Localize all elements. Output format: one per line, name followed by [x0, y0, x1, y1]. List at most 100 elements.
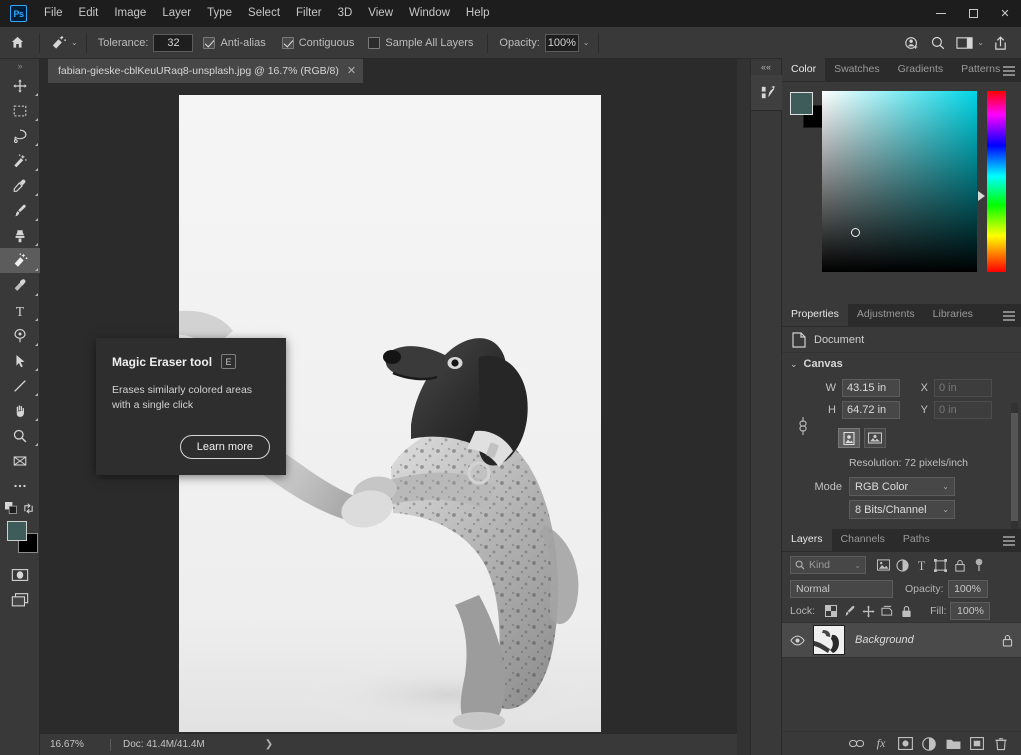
tab-adjustments[interactable]: Adjustments: [848, 303, 924, 326]
path-selection-tool[interactable]: [0, 348, 40, 373]
lock-transparency-icon[interactable]: [821, 602, 840, 620]
menu-file[interactable]: File: [36, 0, 71, 27]
new-layer-icon[interactable]: [965, 733, 989, 755]
layer-name[interactable]: Background: [855, 634, 914, 646]
blend-mode-select[interactable]: Normal: [790, 580, 893, 598]
tolerance-input[interactable]: 32: [153, 33, 194, 52]
landscape-orientation-icon[interactable]: [864, 428, 886, 448]
share-export-icon[interactable]: [987, 31, 1013, 55]
sample-all-layers-checkbox[interactable]: Sample All Layers: [368, 36, 473, 49]
lock-position-icon[interactable]: [859, 602, 878, 620]
edit-toolbar-tool[interactable]: [0, 448, 40, 473]
color-mode-select[interactable]: RGB Color ⌄: [849, 477, 955, 496]
eyedropper-tool[interactable]: [0, 173, 40, 198]
tab-patterns[interactable]: Patterns: [952, 58, 1009, 81]
link-layers-icon[interactable]: [845, 733, 869, 755]
layers-opacity-input[interactable]: 100%: [947, 580, 988, 598]
contiguous-checkbox[interactable]: Contiguous: [281, 36, 354, 49]
gradient-tool[interactable]: [0, 273, 40, 298]
menu-filter[interactable]: Filter: [288, 0, 330, 27]
tool-preset-caret-icon[interactable]: ⌄: [71, 38, 78, 47]
workspace-caret-icon[interactable]: ⌄: [977, 38, 984, 47]
menu-3d[interactable]: 3D: [330, 0, 361, 27]
pixel-layer-filter-icon[interactable]: [874, 555, 893, 575]
lock-all-icon[interactable]: [897, 602, 916, 620]
home-icon[interactable]: [0, 35, 34, 50]
minimize-button[interactable]: [925, 0, 957, 27]
lock-icon[interactable]: [1002, 634, 1013, 647]
line-tool[interactable]: [0, 373, 40, 398]
tab-swatches[interactable]: Swatches: [825, 58, 889, 81]
clone-stamp-tool[interactable]: [0, 223, 40, 248]
rectangular-marquee-tool[interactable]: [0, 98, 40, 123]
eye-icon[interactable]: [790, 635, 805, 646]
menu-select[interactable]: Select: [240, 0, 288, 27]
adjustment-layer-filter-icon[interactable]: [893, 555, 912, 575]
layer-style-fx-icon[interactable]: fx: [869, 733, 893, 755]
width-input[interactable]: 43.15 in: [842, 379, 900, 397]
chevron-down-icon[interactable]: ⌄: [790, 359, 798, 370]
menu-layer[interactable]: Layer: [154, 0, 199, 27]
tab-color[interactable]: Color: [782, 58, 826, 81]
fill-input[interactable]: 100%: [950, 602, 991, 620]
foreground-color-swatch[interactable]: [7, 521, 27, 541]
menu-help[interactable]: Help: [458, 0, 498, 27]
quick-mask-button[interactable]: [0, 562, 40, 587]
color-field-marker[interactable]: [851, 228, 860, 237]
expand-panels-icon[interactable]: ««: [751, 59, 781, 75]
lock-artboard-nesting-icon[interactable]: [878, 602, 897, 620]
opacity-caret-icon[interactable]: ⌄: [583, 38, 590, 47]
x-input[interactable]: 0 in: [934, 379, 992, 397]
tab-gradients[interactable]: Gradients: [889, 58, 953, 81]
lock-image-pixels-icon[interactable]: [840, 602, 859, 620]
menu-view[interactable]: View: [360, 0, 401, 27]
lasso-tool[interactable]: [0, 123, 40, 148]
swap-colors-icon[interactable]: [23, 502, 34, 514]
portrait-orientation-icon[interactable]: [838, 428, 860, 448]
maximize-button[interactable]: [957, 0, 989, 27]
history-brush-icon[interactable]: [751, 75, 783, 111]
tab-layers[interactable]: Layers: [782, 528, 832, 551]
bit-depth-select[interactable]: 8 Bits/Channel ⌄: [849, 500, 955, 519]
properties-scrollbar-thumb[interactable]: [1011, 413, 1018, 521]
tab-libraries[interactable]: Libraries: [924, 303, 982, 326]
opacity-input[interactable]: 100%: [544, 33, 579, 52]
height-input[interactable]: 64.72 in: [842, 401, 900, 419]
link-chain-icon[interactable]: [798, 415, 808, 437]
menu-edit[interactable]: Edit: [71, 0, 107, 27]
move-tool[interactable]: [0, 73, 40, 98]
share-collaborate-icon[interactable]: [899, 31, 925, 55]
adjustment-layer-icon[interactable]: [917, 733, 941, 755]
menu-type[interactable]: Type: [199, 0, 240, 27]
magic-wand-tool[interactable]: [0, 148, 40, 173]
pen-tool[interactable]: [0, 323, 40, 348]
screen-mode-button[interactable]: [0, 587, 40, 612]
new-group-icon[interactable]: [941, 733, 965, 755]
hue-slider[interactable]: [987, 91, 1006, 272]
default-colors-icon[interactable]: [5, 502, 17, 514]
canvas-area[interactable]: Magic Eraser tool E Erases similarly col…: [40, 83, 737, 733]
learn-more-button[interactable]: Learn more: [179, 435, 270, 459]
panel-menu-icon[interactable]: [1003, 66, 1015, 76]
document-tab[interactable]: fabian-gieske-cblKeuURaq8-unsplash.jpg @…: [48, 59, 365, 83]
color-field[interactable]: [822, 91, 977, 272]
tab-properties[interactable]: Properties: [782, 303, 848, 326]
magic-eraser-icon[interactable]: [45, 32, 71, 54]
color-panel-foreground-swatch[interactable]: [790, 92, 813, 115]
canvas-section-header[interactable]: ⌄ Canvas: [782, 353, 1021, 375]
panel-menu-icon[interactable]: [1003, 536, 1015, 546]
close-button[interactable]: ✕: [989, 0, 1021, 27]
filter-toggle-icon[interactable]: [969, 555, 988, 575]
delete-layer-icon[interactable]: [989, 733, 1013, 755]
shape-layer-filter-icon[interactable]: [931, 555, 950, 575]
hand-tool[interactable]: [0, 398, 40, 423]
layer-row-background[interactable]: Background: [782, 622, 1021, 658]
menu-image[interactable]: Image: [106, 0, 154, 27]
workspace-icon[interactable]: [951, 31, 977, 55]
status-chevron-icon[interactable]: ❯: [265, 739, 273, 750]
search-icon[interactable]: [925, 31, 951, 55]
layer-filter-select[interactable]: Kind ⌄: [790, 556, 866, 574]
tab-channels[interactable]: Channels: [832, 528, 894, 551]
more-tools[interactable]: [0, 473, 40, 498]
toolbar-grip[interactable]: »: [0, 59, 39, 73]
